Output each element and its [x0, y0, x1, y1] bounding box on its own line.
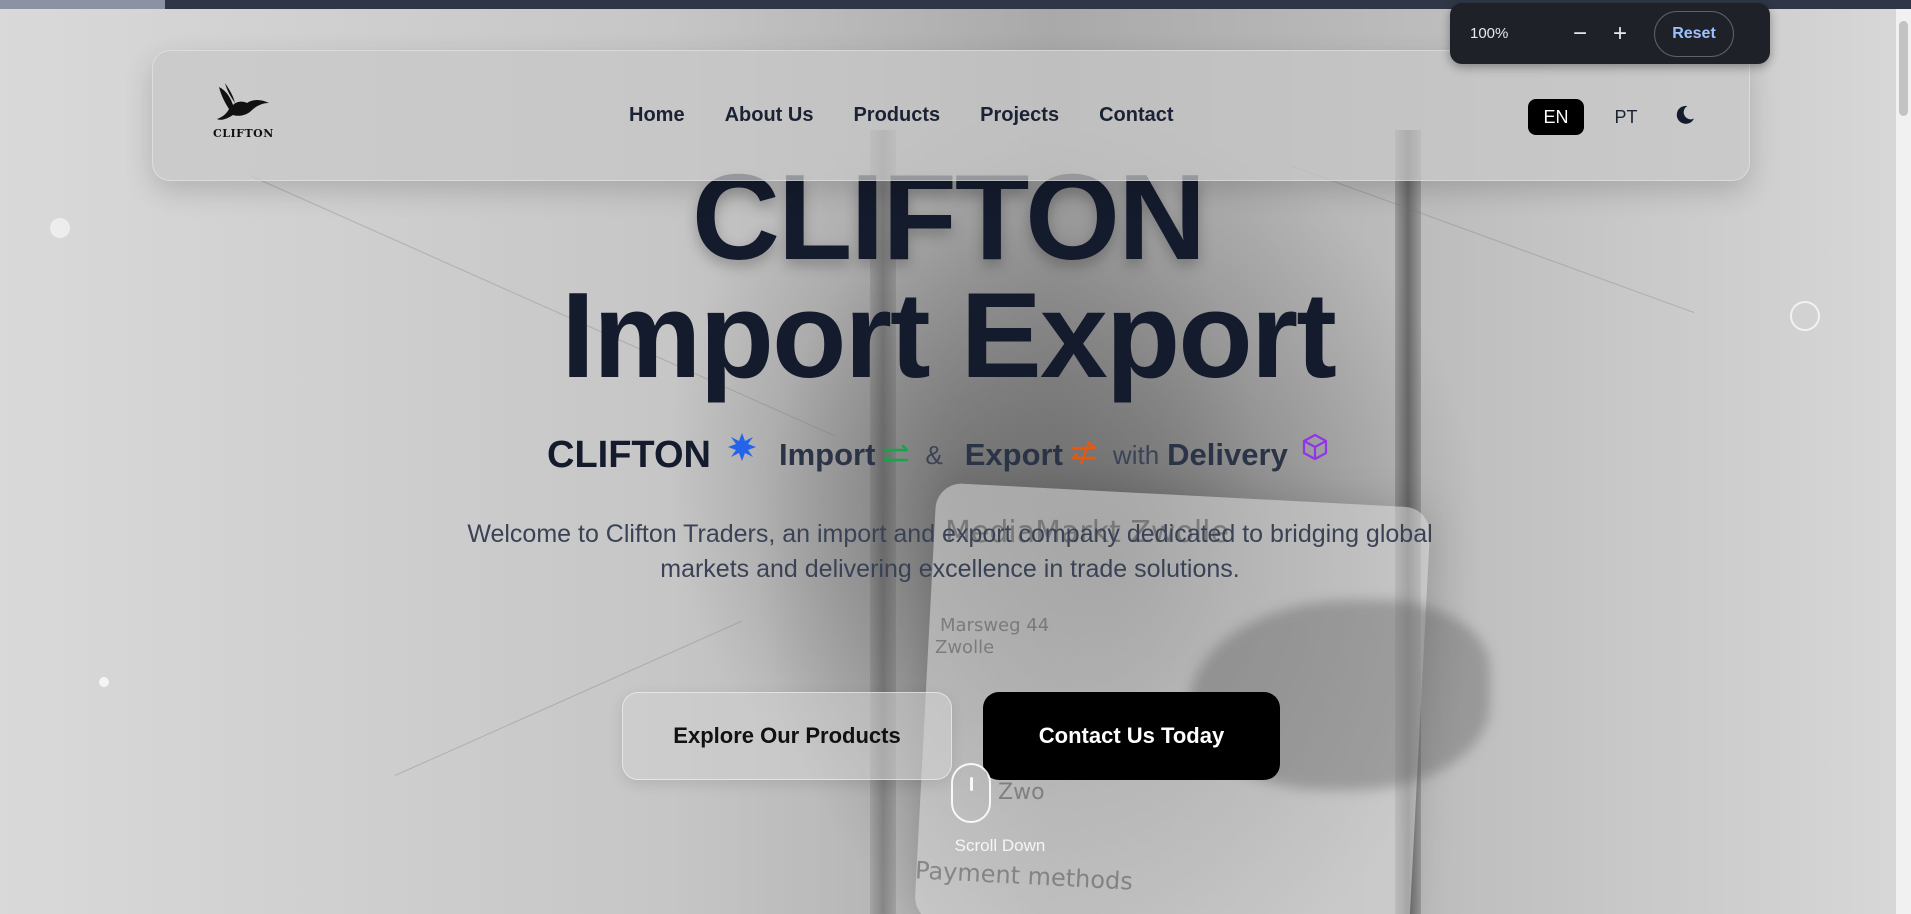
zoom-popup: 100% − + Reset	[1450, 3, 1770, 64]
scroll-mouse-icon[interactable]	[951, 763, 991, 823]
tagline-export: Export	[964, 437, 1063, 472]
hero-title-import-export: Import Export	[561, 267, 1337, 403]
zoom-out-button[interactable]: −	[1560, 20, 1600, 48]
clifton-logo[interactable]: CLIFTON	[213, 81, 273, 143]
logo-wordmark: CLIFTON	[213, 127, 274, 140]
tagline-import: Import	[778, 437, 876, 472]
main-navbar: CLIFTON Home About Us Products Projects …	[152, 50, 1750, 181]
mouse-wheel	[970, 777, 973, 791]
nav-projects[interactable]: Projects	[980, 104, 1059, 127]
burst-icon	[727, 433, 756, 461]
scroll-down-label[interactable]: Scroll Down	[930, 836, 1070, 856]
tagline-ampersand: &	[925, 439, 943, 470]
tagline-brand: CLIFTON	[547, 433, 711, 476]
language-switcher: EN PT	[1528, 99, 1654, 135]
nav-about-us[interactable]: About Us	[725, 104, 814, 127]
nav-contact[interactable]: Contact	[1099, 104, 1173, 127]
background-short-text: Zwo	[998, 780, 1045, 805]
nav-home[interactable]: Home	[629, 104, 685, 127]
hero-welcome-text: Welcome to Clifton Traders, an import an…	[467, 520, 1433, 583]
lang-pt-button[interactable]: PT	[1598, 107, 1654, 128]
page-scrollbar[interactable]	[1896, 9, 1911, 914]
scrollbar-thumb[interactable]	[1899, 21, 1908, 116]
background-city-text: Zwolle	[935, 637, 995, 658]
tagline-with: with	[1112, 439, 1160, 470]
package-box-icon	[1302, 433, 1327, 461]
explore-products-button[interactable]: Explore Our Products	[622, 692, 952, 780]
zoom-in-button[interactable]: +	[1600, 20, 1640, 48]
contact-us-button[interactable]: Contact Us Today	[983, 692, 1280, 780]
nav-products[interactable]: Products	[853, 104, 940, 127]
hero-tagline: CLIFTON Import & Export with Delivery	[547, 425, 1336, 485]
lang-en-button[interactable]: EN	[1528, 99, 1584, 135]
import-arrows-icon	[884, 444, 909, 462]
zoom-level: 100%	[1470, 25, 1509, 42]
zoom-reset-button[interactable]: Reset	[1654, 10, 1734, 57]
moon-icon[interactable]	[1673, 103, 1697, 127]
nav-links: Home About Us Products Projects Contact	[629, 104, 1174, 127]
browser-tab-strip	[0, 0, 165, 9]
decorative-dot	[99, 677, 109, 687]
eagle-icon	[217, 83, 269, 120]
export-arrows-icon	[1071, 441, 1097, 465]
background-address-text: Marsweg 44	[940, 615, 1050, 636]
tagline-delivery: Delivery	[1167, 437, 1288, 472]
